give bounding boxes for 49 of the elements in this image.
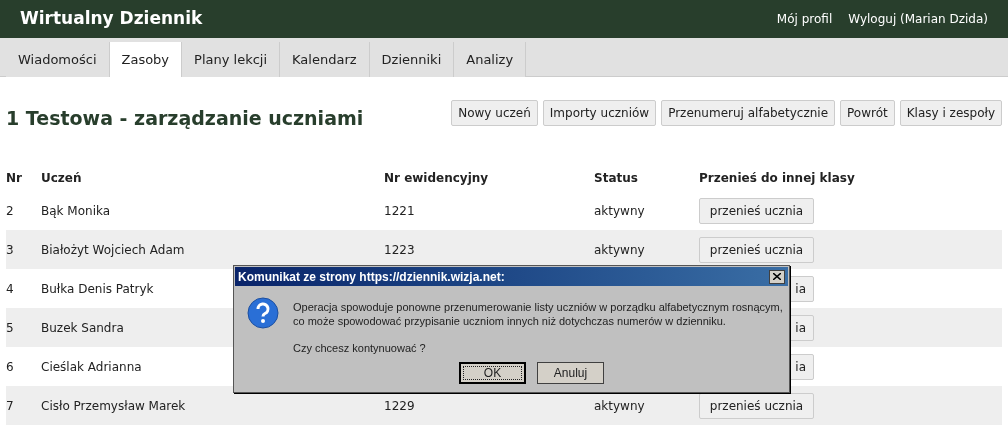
close-button[interactable] bbox=[769, 269, 785, 284]
table-cell: Buzek Sandra bbox=[41, 320, 124, 335]
dialog-button[interactable]: OK bbox=[459, 362, 526, 384]
table-cell: 2 bbox=[6, 203, 14, 218]
question-icon bbox=[247, 297, 279, 329]
column-header: Nr bbox=[6, 170, 23, 187]
table-cell: 1229 bbox=[384, 398, 415, 413]
column-header: Nr ewidencyjny bbox=[384, 170, 490, 187]
table-cell: Bułka Denis Patryk bbox=[41, 281, 154, 296]
table-cell: 1223 bbox=[384, 242, 415, 257]
table-cell: 4 bbox=[6, 281, 14, 296]
table-cell: Cisło Przemysław Marek bbox=[41, 398, 186, 413]
move-student-button[interactable]: przenieś ucznia bbox=[699, 197, 814, 224]
dialog-question: Czy chcesz kontynuować ? bbox=[293, 341, 427, 355]
dialog-button[interactable]: Anuluj bbox=[537, 362, 604, 384]
table-cell: 3 bbox=[6, 242, 14, 257]
table-cell: 5 bbox=[6, 320, 14, 335]
nav-tab[interactable]: Wiadomości bbox=[6, 42, 110, 77]
table-cell: aktywny bbox=[594, 398, 645, 413]
header-link[interactable]: Wyloguj (Marian Dzida) bbox=[848, 10, 988, 28]
move-student-button[interactable]: przenieś ucznia bbox=[699, 392, 814, 419]
column-header: Uczeń bbox=[41, 170, 83, 187]
action-button[interactable]: Importy uczniów bbox=[542, 100, 657, 126]
column-header: Przenieś do innej klasy bbox=[699, 170, 856, 187]
table-cell: 6 bbox=[6, 359, 14, 374]
dialog-title: Komunikat ze strony https://dziennik.wizja.net: bbox=[238, 268, 505, 286]
table-cell: Bąk Monika bbox=[41, 203, 111, 218]
nav-tab[interactable]: Kalendarz bbox=[280, 42, 370, 77]
nav-tab[interactable]: Plany lekcji bbox=[182, 42, 281, 77]
header-link[interactable]: Mój profil bbox=[776, 10, 833, 28]
nav-tab[interactable]: Zasoby bbox=[109, 42, 183, 77]
dialog-message: Operacja spowoduje ponowne przenumerowanie listy uczniów w porządku alfabetycznym rosnącym, co może spowodować przypisanie uczniom innych niż dotychczas numerów w dzienniku. bbox=[293, 300, 783, 328]
table-cell: 1221 bbox=[384, 203, 415, 218]
column-header: Status bbox=[594, 170, 639, 187]
table-cell: Białożyt Wojciech Adam bbox=[41, 242, 185, 257]
table-cell: 7 bbox=[6, 398, 14, 413]
table-cell: aktywny bbox=[594, 242, 645, 257]
nav-tab[interactable]: Dzienniki bbox=[369, 42, 455, 77]
action-button[interactable]: Powrót bbox=[840, 100, 895, 126]
app-title: Wirtualny Dziennik bbox=[20, 7, 203, 31]
close-icon bbox=[773, 273, 781, 280]
action-button[interactable]: Klasy i zespoły bbox=[899, 100, 1002, 126]
table-cell: aktywny bbox=[594, 203, 645, 218]
nav-tab[interactable]: Analizy bbox=[454, 42, 527, 77]
page-title: 1 Testowa - zarządzanie uczniami bbox=[6, 105, 364, 131]
action-button[interactable]: Przenumeruj alfabetycznie bbox=[661, 100, 836, 126]
table-cell: Cieślak Adrianna bbox=[41, 359, 142, 374]
move-student-button[interactable]: przenieś ucznia bbox=[699, 236, 814, 263]
action-button[interactable]: Nowy uczeń bbox=[451, 100, 538, 126]
